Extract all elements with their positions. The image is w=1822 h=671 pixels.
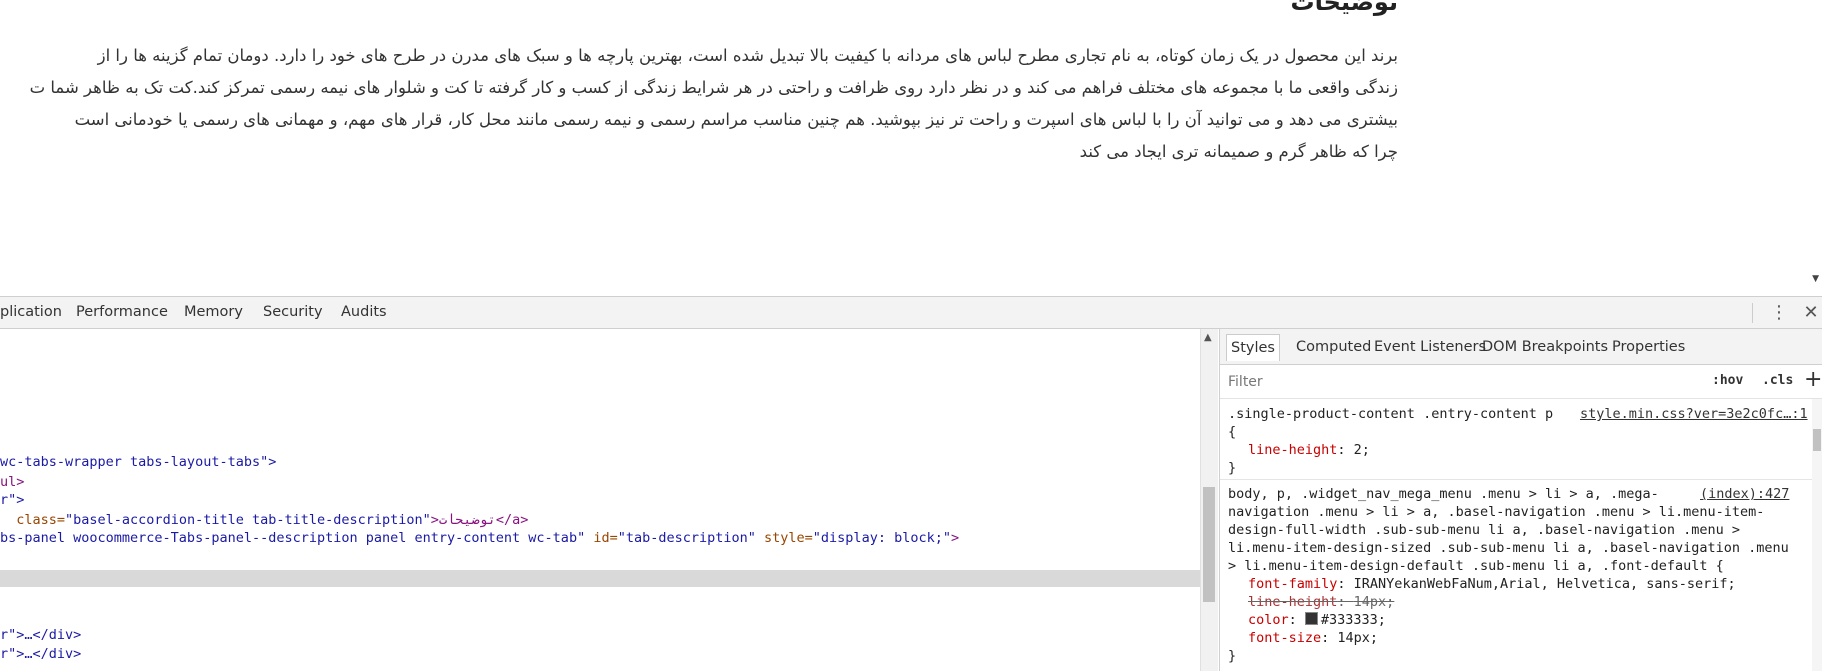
- tab-dom-breakpoints[interactable]: DOM Breakpoints: [1478, 334, 1612, 361]
- property-name: font-family: [1248, 576, 1338, 592]
- rule-close-brace: }: [1228, 648, 1237, 664]
- property-value: 2;: [1353, 442, 1370, 458]
- dom-node-line[interactable]: r">: [0, 491, 24, 509]
- styles-sidebar: Styles Computed Event Listeners DOM Brea…: [1219, 329, 1822, 671]
- class-toggle[interactable]: .cls: [1762, 373, 1793, 388]
- rule-selector-line[interactable]: design-full-width .sub-sub-menu li a, .b…: [1228, 521, 1740, 539]
- property-value: IRANYekanWebFaNum,Arial, Helvetica, sans…: [1353, 576, 1736, 592]
- attr-value: "tab-description": [617, 530, 756, 546]
- tab-event-listeners[interactable]: Event Listeners: [1370, 334, 1490, 361]
- tab-application[interactable]: plication: [0, 297, 62, 328]
- rule-open-brace: {: [1228, 424, 1237, 440]
- attr-value: wc-tabs-wrapper tabs-layout-tabs">: [0, 454, 277, 470]
- page-content: توضیحات برند این محصول در یک زمان کوتاه،…: [0, 0, 1822, 296]
- tab-security[interactable]: Security: [263, 297, 323, 328]
- paragraph-line: زندگی واقعی ما با مجموعه های مختلف فراهم…: [29, 78, 1398, 97]
- styles-scroll-thumb[interactable]: [1813, 429, 1821, 451]
- property-name: font-size: [1248, 630, 1322, 646]
- tab-properties[interactable]: Properties: [1608, 334, 1689, 361]
- property-name: color: [1248, 612, 1289, 628]
- devtools-tab-bar: plication Performance Memory Security Au…: [0, 296, 1822, 329]
- dom-node-line[interactable]: wc-tabs-wrapper tabs-layout-tabs">: [0, 453, 276, 471]
- filter-bar: :hov .cls +: [1220, 365, 1822, 399]
- property-name: line-height: [1248, 594, 1338, 610]
- selected-node-row[interactable]: [0, 570, 1200, 587]
- page-scroll-down-icon[interactable]: ▼: [1812, 274, 1819, 284]
- attr-value: "display: block;": [812, 530, 951, 546]
- attr-name: class=: [0, 512, 66, 528]
- rule-divider: [1220, 479, 1822, 480]
- attr-name: style=: [755, 530, 813, 546]
- scroll-up-icon[interactable]: ▲: [1204, 332, 1212, 343]
- rule-close-brace: }: [1228, 460, 1237, 476]
- stylesheet-link[interactable]: style.min.css?ver=3e2c0fc…:1: [1580, 405, 1808, 423]
- stylesheet-link[interactable]: (index):427: [1700, 485, 1789, 503]
- attr-value: r">…</div>: [0, 646, 82, 662]
- css-declaration[interactable]: color: #333333;: [1248, 611, 1386, 629]
- css-declaration[interactable]: font-size: 14px;: [1248, 629, 1378, 647]
- css-declaration[interactable]: font-family: IRANYekanWebFaNum,Arial, He…: [1248, 575, 1736, 593]
- rule-selector-line[interactable]: navigation .menu > li > a, .basel-naviga…: [1228, 503, 1764, 521]
- attr-value: r">…</div>: [0, 627, 82, 643]
- dom-node-line[interactable]: r">…</div>: [0, 645, 81, 663]
- color-swatch[interactable]: [1304, 612, 1318, 625]
- property-name: line-height: [1248, 442, 1338, 458]
- dom-node-line[interactable]: class="basel-accordion-title tab-title-d…: [0, 511, 528, 529]
- property-value: #333333;: [1320, 612, 1386, 628]
- tag-name: ul>: [0, 474, 25, 490]
- tab-audits[interactable]: Audits: [341, 297, 387, 328]
- rule-selector[interactable]: .single-product-content .entry-content p: [1228, 405, 1553, 423]
- css-declaration-overridden[interactable]: line-height: 14px;: [1248, 593, 1394, 611]
- elements-scroll-thumb[interactable]: [1203, 487, 1215, 602]
- attr-value: r">: [0, 492, 25, 508]
- dom-node-line[interactable]: r">…</div>: [0, 626, 81, 644]
- property-value: 14px;: [1353, 594, 1395, 610]
- paragraph-line: بیشتری می دهد و می توانید آن را با لباس …: [74, 110, 1398, 129]
- toolbar-divider: [1752, 303, 1753, 323]
- tab-computed[interactable]: Computed: [1292, 334, 1375, 361]
- vertical-ellipsis-icon[interactable]: ⋮: [1768, 297, 1790, 328]
- description-heading: توضیحات: [1290, 0, 1398, 16]
- elements-panel: wc-tabs-wrapper tabs-layout-tabs"> ul> r…: [0, 329, 1200, 671]
- tag-bracket: >: [950, 530, 960, 546]
- rule-selector-line[interactable]: li.menu-item-design-sized .sub-sub-menu …: [1228, 539, 1789, 557]
- attr-name: id=: [593, 530, 618, 546]
- rule-selector-line[interactable]: > li.menu-item-design-default .sub-menu …: [1228, 557, 1724, 575]
- paragraph-line: برند این محصول در یک زمان کوتاه، به نام …: [97, 46, 1398, 65]
- node-text: >توضیحات</a>: [430, 512, 529, 528]
- styles-filter-input[interactable]: [1226, 370, 1660, 394]
- tab-styles[interactable]: Styles: [1226, 334, 1280, 361]
- dom-node-line[interactable]: ul>: [0, 473, 24, 491]
- attr-value: bs-panel woocommerce-Tabs-panel--descrip…: [0, 530, 594, 546]
- css-declaration[interactable]: line-height: 2;: [1248, 441, 1370, 459]
- add-rule-button[interactable]: +: [1804, 367, 1822, 392]
- sidebar-tab-bar: Styles Computed Event Listeners DOM Brea…: [1220, 329, 1822, 365]
- tab-memory[interactable]: Memory: [184, 297, 243, 328]
- close-icon[interactable]: ✕: [1800, 297, 1822, 328]
- tab-performance[interactable]: Performance: [76, 297, 168, 328]
- rule-selector-line[interactable]: body, p, .widget_nav_mega_menu .menu > l…: [1228, 485, 1659, 503]
- dom-node-line[interactable]: bs-panel woocommerce-Tabs-panel--descrip…: [0, 529, 959, 547]
- paragraph-line: چرا که ظاهر گرم و صمیمانه تری ایجاد می ک…: [1079, 142, 1398, 161]
- attr-value: "basel-accordion-title tab-title-descrip…: [65, 512, 431, 528]
- property-value: 14px;: [1337, 630, 1379, 646]
- hover-state-toggle[interactable]: :hov: [1712, 373, 1743, 388]
